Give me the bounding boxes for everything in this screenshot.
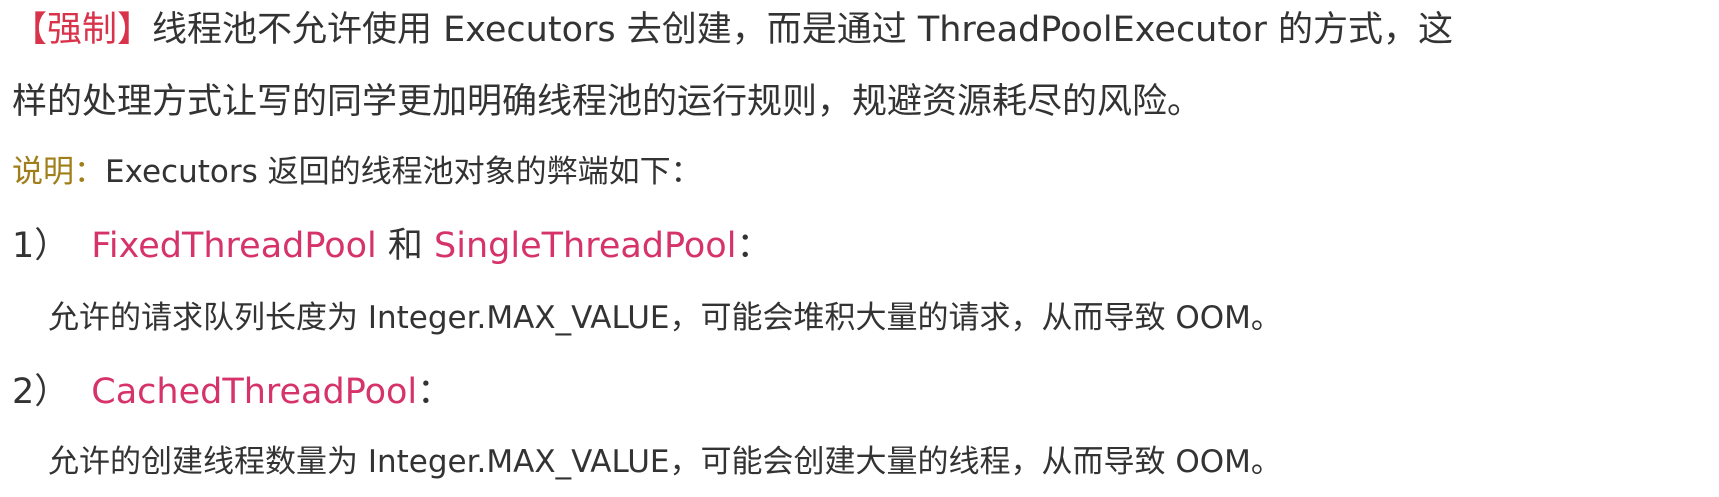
item-1-heading: 1） FixedThreadPool 和 SingleThreadPool：: [12, 222, 771, 270]
rule-text-line-2: 样的处理方式让写的同学更加明确线程池的运行规则，规避资源耗尽的风险。: [12, 82, 1203, 122]
item-1-number: 1）: [12, 226, 70, 266]
item-1-colon: ：: [736, 226, 772, 266]
rule-line-1: 【强制】线程池不允许使用 Executors 去创建，而是通过 ThreadPo…: [12, 6, 1453, 54]
item-2-detail-text: 允许的创建线程数量为 Integer.MAX_VALUE，可能会创建大量的线程，…: [48, 444, 1282, 480]
explanation-line: 说明：Executors 返回的线程池对象的弊端如下：: [12, 150, 702, 194]
document: 【强制】线程池不允许使用 Executors 去创建，而是通过 ThreadPo…: [0, 0, 1719, 497]
rule-text-line-1: 线程池不允许使用 Executors 去创建，而是通过 ThreadPoolEx…: [152, 10, 1454, 50]
item-2-detail: 允许的创建线程数量为 Integer.MAX_VALUE，可能会创建大量的线程，…: [48, 440, 1282, 484]
explanation-text: Executors 返回的线程池对象的弊端如下：: [105, 154, 702, 190]
item-1-detail-text: 允许的请求队列长度为 Integer.MAX_VALUE，可能会堆积大量的请求，…: [48, 300, 1282, 336]
item-1-conj: 和: [376, 226, 435, 266]
item-1-detail: 允许的请求队列长度为 Integer.MAX_VALUE，可能会堆积大量的请求，…: [48, 296, 1282, 340]
explanation-label: 说明：: [12, 154, 105, 190]
item-1-name-b: SingleThreadPool: [434, 226, 737, 266]
item-2-heading: 2） CachedThreadPool：: [12, 368, 452, 416]
rule-line-2: 样的处理方式让写的同学更加明确线程池的运行规则，规避资源耗尽的风险。: [12, 78, 1202, 126]
item-2-name-a: CachedThreadPool: [91, 372, 418, 412]
item-1-name-a: FixedThreadPool: [91, 226, 377, 266]
item-2-number: 2）: [12, 372, 70, 412]
rule-tag: 【强制】: [12, 10, 153, 50]
item-2-colon: ：: [417, 372, 453, 412]
